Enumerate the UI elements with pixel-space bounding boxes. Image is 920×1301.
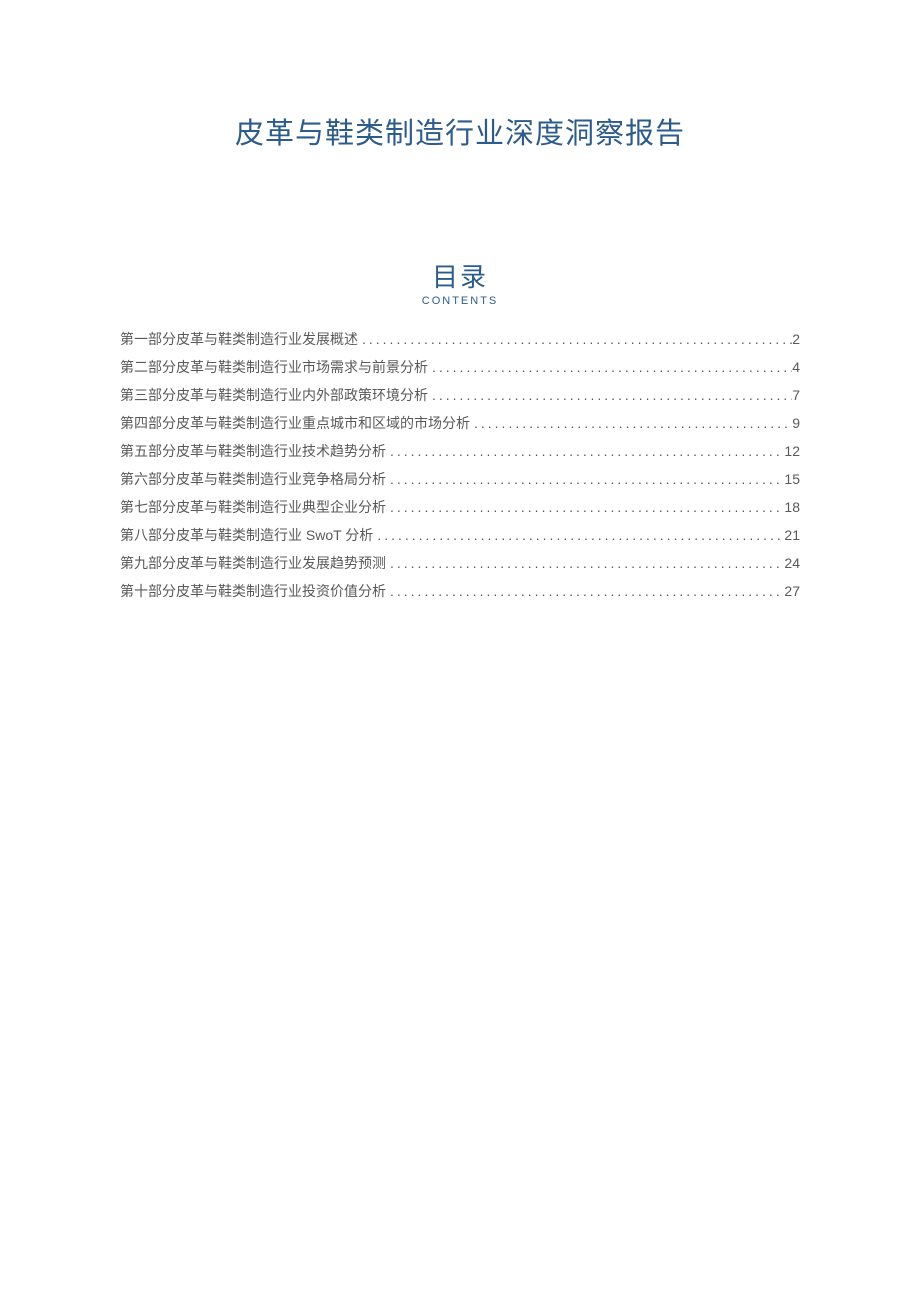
toc-entry[interactable]: 第五部分皮革与鞋类制造行业技术趋势分析 12 (120, 437, 800, 465)
toc-entry-label: 第十部分皮革与鞋类制造行业投资价值分析 (120, 577, 386, 605)
toc-leader-dots (470, 409, 792, 437)
toc-entry[interactable]: 第四部分皮革与鞋类制造行业重点城市和区域的市场分析 9 (120, 409, 800, 437)
toc-entry-page: 18 (784, 493, 800, 521)
toc-heading: 目录 (120, 262, 800, 293)
toc-entry-label: 第一部分皮革与鞋类制造行业发展概述 (120, 325, 358, 353)
toc-entry-label: 第二部分皮革与鞋类制造行业市场需求与前景分析 (120, 353, 428, 381)
toc-entry-label: 第九部分皮革与鞋类制造行业发展趋势预测 (120, 549, 386, 577)
toc-entry-page: 9 (792, 409, 800, 437)
toc-entry-page: 15 (784, 465, 800, 493)
toc-entry[interactable]: 第九部分皮革与鞋类制造行业发展趋势预测 24 (120, 549, 800, 577)
toc-entry-page: 4 (792, 353, 800, 381)
toc-leader-dots (428, 353, 792, 381)
document-title: 皮革与鞋类制造行业深度洞察报告 (120, 110, 800, 152)
toc-entry-page: 21 (784, 521, 800, 549)
toc-entry[interactable]: 第三部分皮革与鞋类制造行业内外部政策环境分析 7 (120, 381, 800, 409)
toc-leader-dots (373, 521, 784, 549)
toc-entry[interactable]: 第十部分皮革与鞋类制造行业投资价值分析 27 (120, 577, 800, 605)
toc-leader-dots (428, 381, 792, 409)
toc-entry[interactable]: 第七部分皮革与鞋类制造行业典型企业分析 18 (120, 493, 800, 521)
toc-leader-dots (386, 465, 784, 493)
toc-entry-label: 第八部分皮革与鞋类制造行业 SwoT 分析 (120, 521, 373, 549)
toc-leader-dots (386, 549, 784, 577)
toc-entry[interactable]: 第一部分皮革与鞋类制造行业发展概述 2 (120, 325, 800, 353)
toc-entry[interactable]: 第八部分皮革与鞋类制造行业 SwoT 分析 21 (120, 521, 800, 549)
toc-entry-page: 24 (784, 549, 800, 577)
toc-entry[interactable]: 第二部分皮革与鞋类制造行业市场需求与前景分析 4 (120, 353, 800, 381)
toc-entry-page: 2 (792, 325, 800, 353)
toc-header: 目录 CONTENTS (120, 262, 800, 307)
toc-leader-dots (358, 325, 792, 353)
toc-entry[interactable]: 第六部分皮革与鞋类制造行业竞争格局分析 15 (120, 465, 800, 493)
toc-leader-dots (386, 577, 784, 605)
toc-entry-page: 27 (784, 577, 800, 605)
toc-subheading: CONTENTS (120, 295, 800, 307)
toc-leader-dots (386, 437, 784, 465)
toc-entry-label: 第三部分皮革与鞋类制造行业内外部政策环境分析 (120, 381, 428, 409)
toc-entry-label: 第五部分皮革与鞋类制造行业技术趋势分析 (120, 437, 386, 465)
toc-entry-label: 第四部分皮革与鞋类制造行业重点城市和区域的市场分析 (120, 409, 470, 437)
toc-leader-dots (386, 493, 784, 521)
toc-entry-page: 12 (784, 437, 800, 465)
toc-entry-page: 7 (792, 381, 800, 409)
toc-entry-label: 第七部分皮革与鞋类制造行业典型企业分析 (120, 493, 386, 521)
toc-list: 第一部分皮革与鞋类制造行业发展概述 2 第二部分皮革与鞋类制造行业市场需求与前景… (120, 325, 800, 605)
toc-entry-label: 第六部分皮革与鞋类制造行业竞争格局分析 (120, 465, 386, 493)
